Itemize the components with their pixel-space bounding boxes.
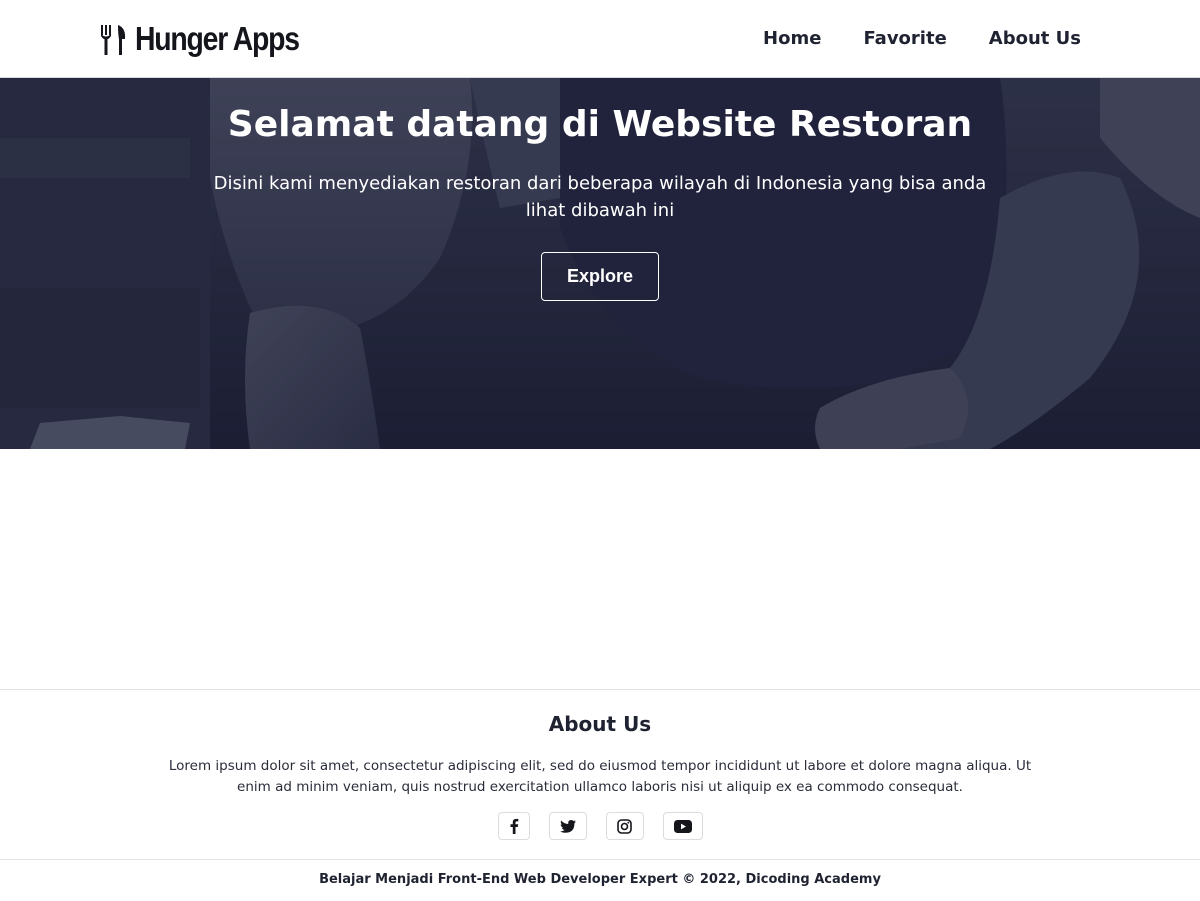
facebook-link[interactable] — [497, 812, 530, 840]
logo-text: Hunger Apps — [135, 20, 300, 57]
twitter-link[interactable] — [548, 812, 587, 840]
facebook-icon — [510, 818, 518, 834]
footer-description: Lorem ipsum dolor sit amet, consectetur … — [168, 758, 1032, 795]
youtube-link[interactable] — [662, 812, 703, 840]
hero-subtitle: Disini kami menyediakan restoran dari be… — [213, 173, 987, 221]
social-links — [0, 812, 1200, 840]
instagram-icon — [617, 818, 632, 834]
logo-link[interactable]: Hunger Apps — [99, 20, 326, 58]
nav-home[interactable]: Home — [763, 27, 821, 51]
nav-favorite[interactable]: Favorite — [863, 27, 946, 51]
hero-banner: Selamat datang di Website Restoran Disin… — [0, 78, 1200, 449]
fork-and-knife-icon — [101, 25, 126, 55]
instagram-link[interactable] — [605, 812, 644, 840]
footer-title: About Us — [548, 712, 652, 736]
youtube-icon — [673, 819, 692, 833]
main-nav: Home Favorite About Us — [763, 27, 1081, 51]
hero-title: Selamat datang di Website Restoran — [227, 104, 973, 145]
app-header: Hunger Apps Home Favorite About Us — [0, 0, 1200, 78]
copyright-text: Belajar Menjadi Front-End Web Developer … — [0, 859, 1200, 901]
explore-button[interactable]: Explore — [541, 252, 659, 301]
footer: About Us Lorem ipsum dolor sit amet, con… — [0, 689, 1200, 900]
nav-about-us[interactable]: About Us — [989, 27, 1081, 51]
twitter-icon — [559, 819, 576, 833]
